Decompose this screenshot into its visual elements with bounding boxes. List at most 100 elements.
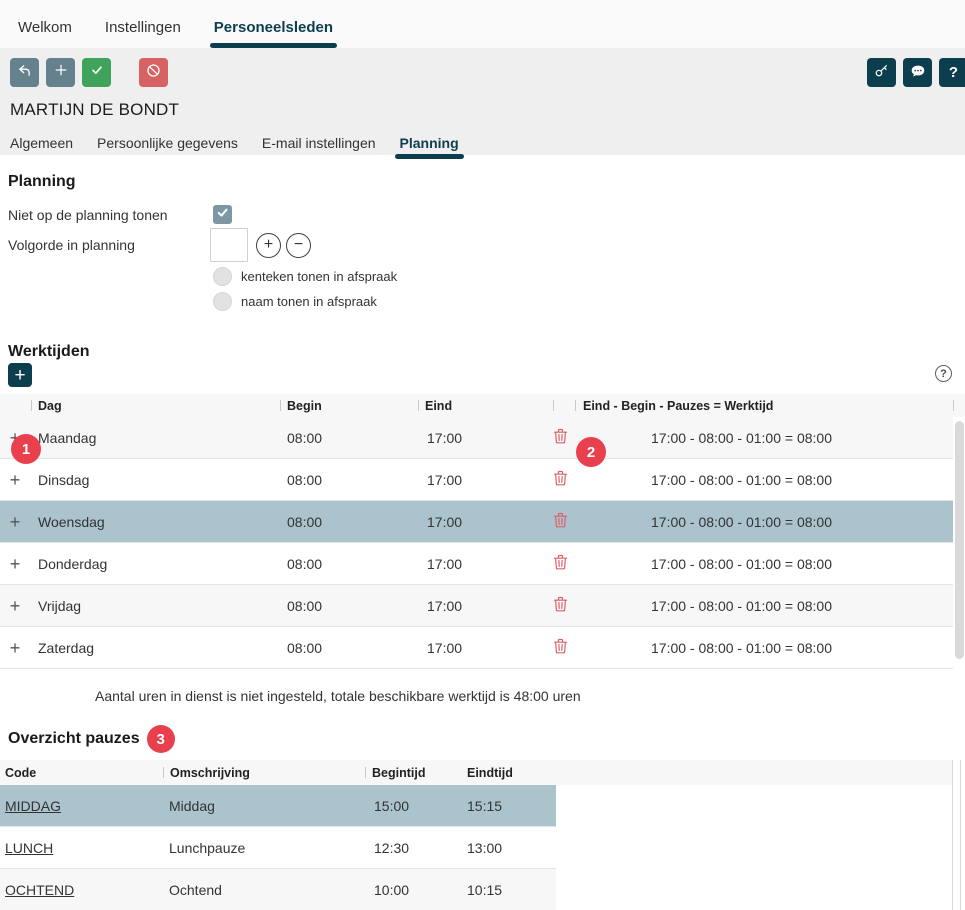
help-button[interactable]: ? (939, 58, 965, 87)
back-button[interactable] (10, 58, 39, 87)
main-tab-personeelsleden[interactable]: Personeelsleden (214, 19, 333, 48)
minus-icon: − (294, 237, 303, 253)
dag-cell: Donderdag (30, 556, 280, 572)
column-header-eindtijd[interactable]: Eindtijd (467, 766, 513, 780)
sub-tab-planning[interactable]: Planning (400, 135, 459, 159)
add-record-button[interactable] (46, 58, 75, 87)
trash-icon (553, 428, 568, 447)
delete-row-button[interactable] (553, 638, 575, 657)
column-header-begintijd[interactable]: Begintijd (372, 766, 425, 780)
eind-cell[interactable]: 17:00 (418, 556, 553, 572)
werktijden-row-zaterdag[interactable]: +Zaterdag08:0017:0017:00 - 08:00 - 01:00… (0, 627, 953, 669)
expand-row-icon[interactable]: + (10, 470, 21, 490)
begin-cell[interactable]: 08:00 (280, 430, 418, 446)
sub-tab-algemeen[interactable]: Algemeen (10, 135, 73, 159)
begin-cell[interactable]: 08:00 (280, 556, 418, 572)
eind-cell[interactable]: 17:00 (418, 472, 553, 488)
eind-cell[interactable]: 17:00 (418, 430, 553, 446)
sub-tab-e-mail-instellingen[interactable]: E-mail instellingen (262, 135, 376, 159)
radio-naam-tonen-in-afspraak[interactable] (213, 292, 232, 311)
werktijden-section-heading: Werktijden (8, 343, 965, 361)
werktijden-note: Aantal uren in dienst is niet ingesteld,… (95, 688, 965, 705)
delete-row-button[interactable] (553, 470, 575, 489)
save-button[interactable] (82, 58, 111, 87)
werktijden-help-icon[interactable]: ? (935, 365, 952, 382)
column-header-omschrijving[interactable]: Omschrijving (170, 766, 250, 780)
delete-row-button[interactable] (553, 554, 575, 573)
pauzes-scrollbar-track (952, 760, 961, 910)
werktijden-row-maandag[interactable]: +Maandag08:0017:0017:00 - 08:00 - 01:00 … (0, 417, 953, 459)
werktijden-table: Dag Begin Eind Eind - Begin - Pauzes = W… (0, 394, 965, 669)
column-header-eind[interactable]: Eind (425, 399, 452, 413)
pauzes-row-ochtend[interactable]: OCHTENDOchtend10:0010:15 (0, 869, 556, 910)
column-header-code[interactable]: Code (5, 766, 36, 780)
step-badge-2: 2 (576, 437, 606, 467)
column-header-begin[interactable]: Begin (287, 399, 322, 413)
chat-icon (909, 62, 927, 84)
plus-icon: + (264, 237, 273, 253)
pauze-code-link[interactable]: LUNCH (5, 840, 53, 856)
delete-row-button[interactable] (553, 596, 575, 615)
main-tab-welkom[interactable]: Welkom (18, 19, 72, 48)
plus-icon: + (14, 366, 25, 385)
check-icon (89, 62, 105, 83)
pauze-code-link[interactable]: MIDDAG (5, 798, 61, 814)
dag-cell: Dinsdag (30, 472, 280, 488)
werktijd-formule-cell: 17:00 - 08:00 - 01:00 = 08:00 (575, 640, 953, 656)
volgorde-decrement-button[interactable]: − (286, 233, 311, 258)
volgorde-input[interactable] (210, 228, 248, 262)
begin-cell[interactable]: 08:00 (280, 514, 418, 530)
omschrijving-cell: Middag (163, 798, 365, 814)
block-icon (145, 62, 162, 84)
column-header-dag[interactable]: Dag (38, 399, 62, 413)
werktijden-row-woensdag[interactable]: +Woensdag08:0017:0017:00 - 08:00 - 01:00… (0, 501, 953, 543)
trash-icon (553, 512, 568, 531)
sub-tab-bar: Algemeen Persoonlijke gegevens E-mail inst… (10, 135, 965, 159)
begin-cell[interactable]: 08:00 (280, 640, 418, 656)
volgorde-increment-button[interactable]: + (256, 233, 281, 258)
pauzes-section-heading: Overzicht pauzes (8, 730, 140, 748)
begin-cell[interactable]: 08:00 (280, 472, 418, 488)
begin-cell[interactable]: 08:00 (280, 598, 418, 614)
record-title: MARTIJN DE BONDT (10, 100, 965, 120)
werktijden-row-donderdag[interactable]: +Donderdag08:0017:0017:00 - 08:00 - 01:0… (0, 543, 953, 585)
eind-cell[interactable]: 17:00 (418, 598, 553, 614)
main-tab-instellingen[interactable]: Instellingen (105, 19, 181, 48)
cancel-button[interactable] (139, 58, 168, 87)
werktijden-row-vrijdag[interactable]: +Vrijdag08:0017:0017:00 - 08:00 - 01:00 … (0, 585, 953, 627)
add-werktijd-button[interactable]: + (8, 363, 32, 387)
step-badge-1: 1 (11, 434, 41, 464)
expand-row-icon[interactable]: + (10, 638, 21, 658)
trash-icon (553, 470, 568, 489)
eindtijd-cell: 15:15 (455, 798, 556, 814)
pauze-code-link[interactable]: OCHTEND (5, 882, 74, 898)
werktijden-row-dinsdag[interactable]: +Dinsdag08:0017:0017:00 - 08:00 - 01:00 … (0, 459, 953, 501)
eind-cell[interactable]: 17:00 (418, 640, 553, 656)
sub-tab-persoonlijke-gegevens[interactable]: Persoonlijke gegevens (97, 135, 238, 159)
werktijden-rows: +Maandag08:0017:0017:00 - 08:00 - 01:00 … (0, 417, 965, 669)
werktijd-formule-cell: 17:00 - 08:00 - 01:00 = 08:00 (575, 430, 953, 446)
werktijden-scrollbar[interactable] (953, 417, 965, 669)
delete-row-button[interactable] (553, 428, 575, 447)
expand-row-icon[interactable]: + (10, 512, 21, 532)
scrollbar-thumb[interactable] (955, 421, 964, 659)
question-icon: ? (949, 64, 958, 81)
chat-button[interactable] (903, 58, 932, 87)
pauzes-row-middag[interactable]: MIDDAGMiddag15:0015:15 (0, 785, 556, 827)
column-header-formule[interactable]: Eind - Begin - Pauzes = Werktijd (583, 399, 773, 413)
delete-row-button[interactable] (553, 512, 575, 531)
plus-icon (53, 62, 69, 83)
expand-row-icon[interactable]: + (10, 596, 21, 616)
afspraak-radio-group: kenteken tonen in afspraaknaam tonen in … (213, 267, 965, 311)
trash-icon (553, 554, 568, 573)
omschrijving-cell: Lunchpauze (163, 840, 365, 856)
password-button[interactable] (867, 58, 896, 87)
record-header-band: ? MARTIJN DE BONDT AlgemeenPersoonlijke … (0, 48, 965, 155)
eind-cell[interactable]: 17:00 (418, 514, 553, 530)
pauzes-row-lunch[interactable]: LUNCHLunchpauze12:3013:00 (0, 827, 556, 869)
niet-op-planning-checkbox[interactable] (213, 205, 232, 224)
radio-kenteken-tonen-in-afspraak[interactable] (213, 267, 232, 286)
toolbar-left (10, 58, 965, 87)
expand-row-icon[interactable]: + (10, 554, 21, 574)
step-badge-3: 3 (147, 725, 175, 753)
